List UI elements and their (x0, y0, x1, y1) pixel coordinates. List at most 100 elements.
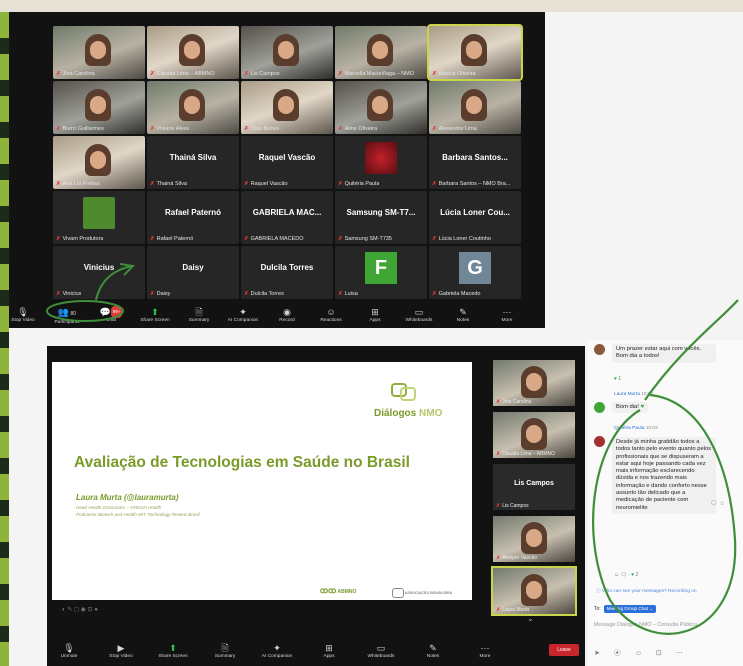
participant-tile[interactable]: Samsung SM-T7... ✗ Samsung SM-T735 (335, 191, 427, 244)
sponsor-abmno: ꝏꝏ ABMNO (320, 586, 356, 595)
dialogos-logo-icon (391, 383, 416, 401)
chat-recipient-row: To: Meeting Group Chat ⌄ (594, 605, 657, 613)
chat-input-tools[interactable]: ➤ ⦿ ☺ ⊡ ⋯ (594, 648, 689, 658)
participant-tile[interactable]: Daisy ✗ Daisy (147, 246, 239, 299)
participant-tile[interactable]: ✗ Jina Carolina (53, 26, 145, 79)
participant-tile[interactable]: ✗ Viviane Alves (147, 81, 239, 134)
toolbar-apps-button[interactable]: ⊞ Apps (355, 306, 395, 324)
participant-tile[interactable]: ✗ Laura Murta (491, 566, 577, 616)
leave-button[interactable]: Leave (549, 644, 579, 656)
participant-name-text: Raquel Vascão (250, 181, 288, 187)
participant-tile[interactable]: ✗ Jina Carolina (493, 360, 575, 406)
message-reactions[interactable]: ☺ 🗨 · ♥ 2 (614, 572, 638, 578)
participant-tile[interactable]: Lis Campos ✗ Lis Campos (493, 464, 575, 510)
muted-mic-icon: ✗ (56, 291, 61, 297)
toolbar-mic-button[interactable]: 🎙 Unmute (49, 642, 89, 660)
toolbar-board-button[interactable]: ▭ Whiteboards (399, 306, 439, 324)
toolbar-more-button[interactable]: ⋯ More (465, 642, 505, 660)
muted-mic-icon: ✗ (496, 555, 501, 561)
muted-mic-icon: ✗ (496, 451, 501, 457)
participant-name: ✗ Claudia Lima – ABMNO (496, 451, 555, 457)
participant-name: ✗ Jina Carolina (496, 399, 531, 405)
heart-icon: ♥ (640, 404, 645, 410)
participant-tile[interactable]: ✗ Vivam Produtora (53, 191, 145, 244)
participant-avatar-image (365, 142, 397, 174)
toolbar-people-button[interactable]: 👥 80 Participants (47, 306, 87, 326)
participant-video (179, 89, 205, 121)
participant-tile[interactable]: Rafael Paternó ✗ Rafael Paternó (147, 191, 239, 244)
participant-tile[interactable]: ✗ Burro Guillarmes (53, 81, 145, 134)
reaction-heart-icon[interactable]: ♥ 1 (614, 376, 621, 382)
participant-tile[interactable]: Vinicius ✗ Vinicius (53, 246, 145, 299)
participant-tile[interactable]: ✗ Alexandre Lima (429, 81, 521, 134)
participant-name-text: Lis Campos (250, 71, 280, 77)
toolbar-share-button[interactable]: ⬆ Share Screen (153, 642, 193, 660)
participant-tile[interactable]: ✗ Claudia Lima – ABMNO (493, 412, 575, 458)
toolbar-doc-button[interactable]: 🗎 Summary (179, 306, 219, 324)
chat-input[interactable]: Message Diálogos NMO – Consulta Pública (594, 622, 736, 628)
participant-tile[interactable]: Barbara Santos... ✗ Barbara Santos – NMO B… (429, 136, 521, 189)
share-icon: ⬆ (151, 307, 159, 317)
participant-tile[interactable]: Dulcila Torres ✗ Dulcila Torres (241, 246, 333, 299)
participant-tile[interactable]: ✗ Claudia Lima – ABMNO (147, 26, 239, 79)
toolbar-board-button[interactable]: ▭ Whiteboards (361, 642, 401, 660)
logo-accent-text: NMO (419, 408, 443, 419)
participant-video (273, 34, 299, 66)
toolbar-apps-button[interactable]: ⊞ Apps (309, 642, 349, 660)
toolbar-spark-button[interactable]: ✦ AI Companion (257, 642, 297, 660)
muted-mic-icon: ✗ (338, 71, 343, 77)
participant-tile[interactable]: ✗ Quitéria Paula (335, 136, 427, 189)
participant-display-name: Dulcila Torres (260, 263, 314, 272)
toolbar-note-button[interactable]: ✎ Notes (443, 306, 483, 324)
muted-mic-icon: ✗ (496, 607, 501, 613)
toolbar-label: Chat (105, 318, 117, 323)
annotation-tools[interactable]: ◐ ✎ ◻ ◉ ⊡ ● (62, 606, 98, 613)
participant-tile[interactable]: Raquel Vascão ✗ Raquel Vascão (241, 136, 333, 189)
toolbar-chat-button[interactable]: 💬 99+ Chat (91, 306, 131, 324)
participant-tile[interactable]: ✗ Marcella Maciel/Iaga – NMO (335, 26, 427, 79)
participant-tile[interactable]: Thainá Silva ✗ Thainá Silva (147, 136, 239, 189)
participant-display-name: Vinicius (83, 263, 115, 272)
toolbar-more-button[interactable]: ⋯ More (487, 306, 527, 324)
toolbar-label: Record (279, 318, 295, 323)
toolbar-label: Summary (214, 654, 236, 659)
participant-video (85, 34, 111, 66)
toolbar-mic-button[interactable]: 🎙 Stop Video (3, 306, 43, 324)
toolbar-share-button[interactable]: ⬆ Share Screen (135, 306, 175, 324)
participant-video (521, 522, 547, 554)
toolbar-record-button[interactable]: ◉ Record (267, 306, 307, 324)
toolbar-note-button[interactable]: ✎ Notes (413, 642, 453, 660)
participant-tile[interactable]: G ✗ Gabriela Macedo (429, 246, 521, 299)
participant-tile[interactable]: Lúcia Loner Cou... ✗ Lúcia Loner Coutinho (429, 191, 521, 244)
participant-tile[interactable]: ✗ Ana Lia Freitas (53, 136, 145, 189)
toolbar-label: Summary (188, 318, 210, 323)
participant-name-text: Alexandre Lima (438, 126, 477, 132)
participant-name-text: Barbara Santos – NMO Bra... (438, 181, 511, 187)
recipient-select[interactable]: Meeting Group Chat ⌄ (603, 605, 657, 613)
participant-name-text: Abeiper Vascão (502, 555, 538, 561)
participant-name: ✗ Aline Oliveira (338, 126, 377, 132)
message-actions-icon[interactable]: 🗨 ☺ (710, 500, 725, 507)
chat-message: Bom dia! ♥ (612, 402, 649, 414)
participant-tile[interactable]: ✗ Lis Campos (241, 26, 333, 79)
toolbar-video-button[interactable]: ▶ Stop Video (101, 642, 141, 660)
participant-tile[interactable]: ✗ Aline Oliveira (335, 81, 427, 134)
participant-name: ✗ Abeiper Vascão (496, 555, 537, 561)
participant-name: ✗ Quitéria Paula (338, 181, 379, 187)
participant-name-text: Burro Guillarmes (62, 126, 104, 132)
toolbar-doc-button[interactable]: 🗎 Summary (205, 642, 245, 660)
toolbar-emoji-button[interactable]: ☺ Reactions (311, 306, 351, 324)
slide-role: Head Health Economics – ORIGIN Health (76, 505, 162, 510)
participant-tile[interactable]: GABRIELA MAC... ✗ GABRIELA MACEDO (241, 191, 333, 244)
chevron-down-icon[interactable]: ⌄ (527, 614, 534, 623)
chat-visibility-hint[interactable]: ⓘ Who can see your messages? Recording o… (596, 587, 697, 594)
toolbar-spark-button[interactable]: ✦ AI Companion (223, 306, 263, 324)
participant-tile[interactable]: ✗ Caio Nunes (241, 81, 333, 134)
toolbar-label: More (479, 654, 491, 659)
participant-tile[interactable]: ✗ Bianca Oliveira (427, 24, 523, 81)
participant-tile[interactable]: F ✗ Luisa (335, 246, 427, 299)
participant-name: ✗ Lis Campos (244, 71, 280, 77)
slide-title: Avaliação de Tecnologias em Saúde no Bra… (74, 454, 410, 471)
participant-tile[interactable]: ✗ Abeiper Vascão (493, 516, 575, 562)
participant-logo (83, 197, 115, 229)
